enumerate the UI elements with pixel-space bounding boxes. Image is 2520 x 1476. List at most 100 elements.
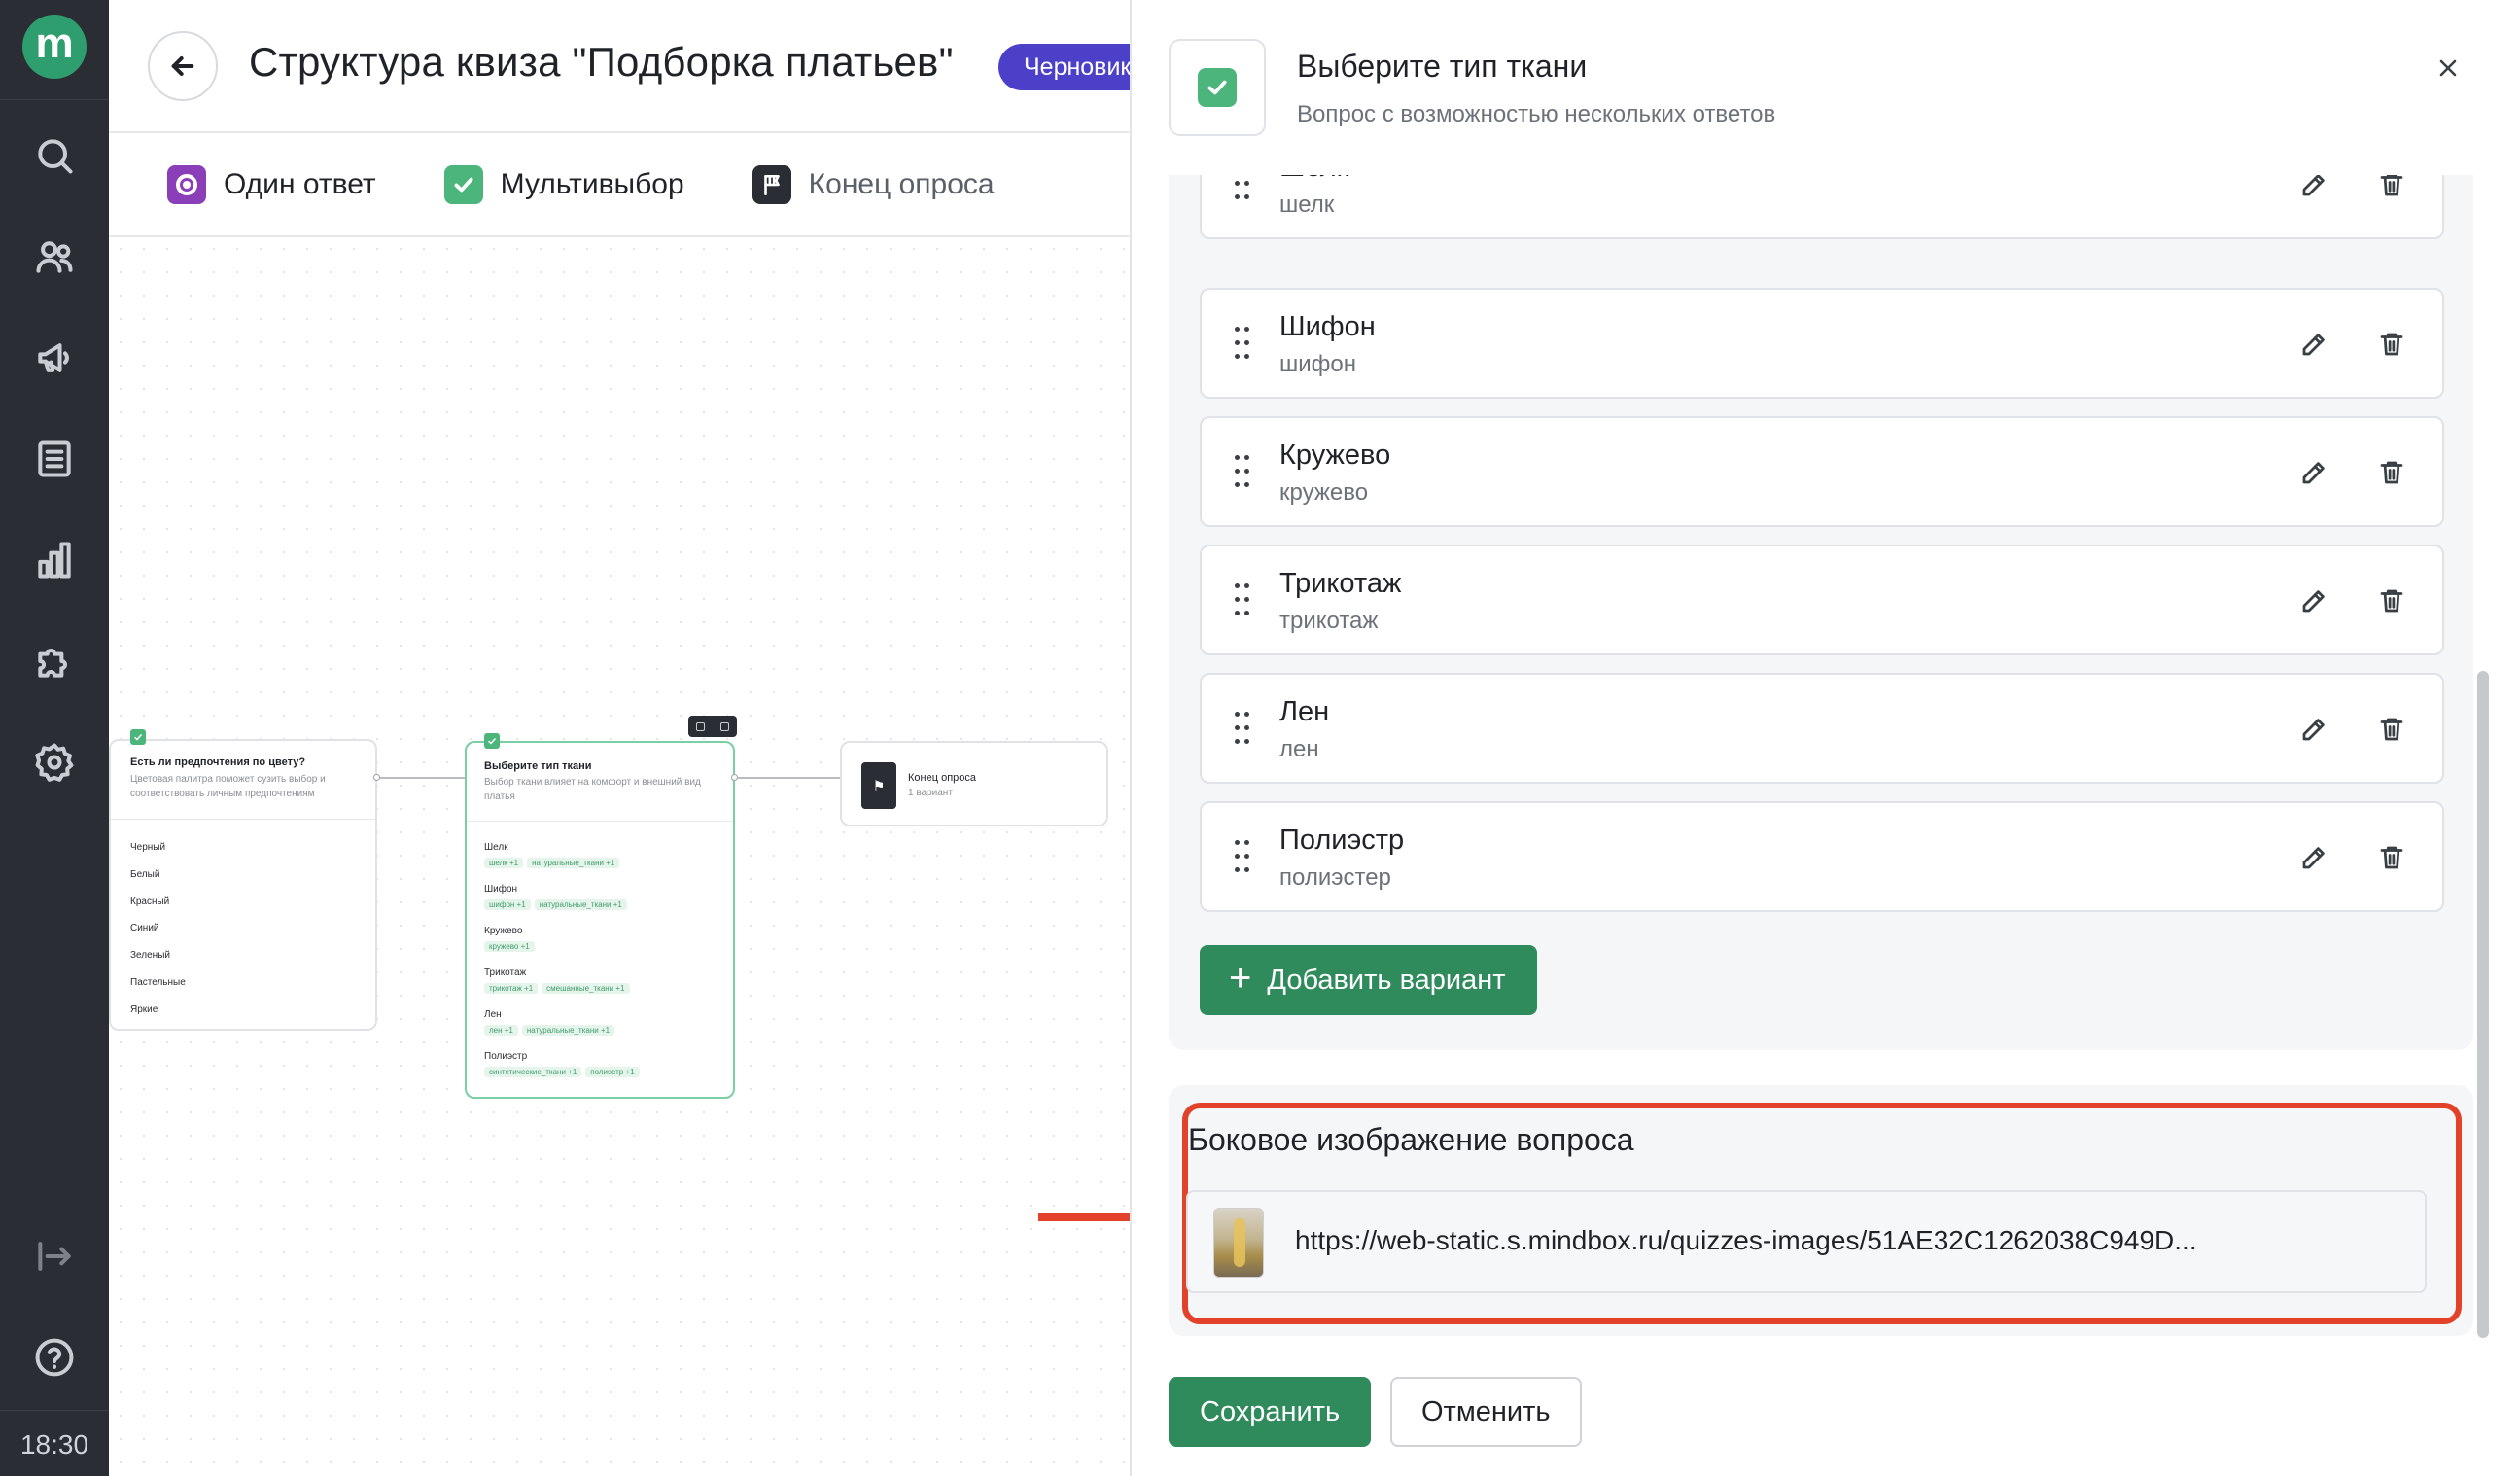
tag: полиэстр +1 (585, 1067, 640, 1077)
node-subtitle: 1 вариант (908, 788, 953, 798)
node-tags: кружево +1 (484, 941, 535, 952)
option-card[interactable]: Полиэстр полиэстер (1200, 801, 2444, 912)
question-editor-panel: Шелк шелк Шифон шифон Кружево кружево Тр… (1130, 0, 2520, 1476)
option-card[interactable]: Шифон шифон (1200, 288, 2444, 399)
option-label: Кружево (1279, 439, 1391, 471)
drag-handle-icon[interactable] (1235, 175, 1250, 200)
edit-option-button[interactable] (2294, 325, 2333, 364)
edit-option-button[interactable] (2294, 838, 2333, 877)
add-single-answer-button[interactable]: Один ответ (167, 165, 376, 204)
delete-icon[interactable] (696, 721, 705, 731)
tag: натуральные_ткани +1 (527, 858, 620, 868)
end-survey-node[interactable]: ⚑ Конец опроса 1 вариант (840, 741, 1108, 826)
pencil-icon (2302, 175, 2325, 196)
puzzle-icon[interactable] (29, 636, 80, 686)
node-tags: лен +1 натуральные_ткани +1 (484, 1025, 615, 1036)
plus-icon: + (1229, 957, 1252, 1000)
node-item: Белый (130, 869, 160, 880)
bar-chart-icon[interactable] (29, 535, 80, 585)
close-panel-button[interactable] (2431, 51, 2466, 86)
search-icon[interactable] (29, 130, 80, 181)
edit-option-button[interactable] (2294, 581, 2333, 620)
delete-option-button[interactable] (2372, 838, 2411, 877)
panel-scrollbar[interactable] (2477, 671, 2489, 1338)
node-title: Выберите тип ткани (484, 760, 592, 772)
option-label: Полиэстр (1279, 825, 1405, 856)
add-option-button[interactable]: + Добавить вариант (1200, 945, 1537, 1015)
pencil-icon (2302, 334, 2325, 356)
delete-option-button[interactable] (2372, 581, 2411, 620)
option-card[interactable]: Кружево кружево (1200, 416, 2444, 527)
question-node-color[interactable]: Есть ли предпочтения по цвету? Цветовая … (109, 729, 377, 1031)
option-tag: шелк (1279, 192, 1335, 218)
checkbox-icon (443, 165, 483, 204)
checkbox-icon (484, 733, 500, 749)
megaphone-icon[interactable] (29, 333, 80, 383)
copy-icon[interactable] (720, 721, 729, 731)
add-multi-select-button[interactable]: Мультивыбор (443, 165, 684, 204)
checkered-flag-icon: ⚑ (861, 762, 896, 809)
users-icon[interactable] (29, 231, 80, 282)
drag-handle-icon[interactable] (1235, 840, 1250, 873)
node-actions[interactable] (688, 716, 737, 737)
add-end-survey-button[interactable]: Конец опроса (752, 165, 995, 204)
header-divider (109, 131, 1130, 133)
drag-handle-icon[interactable] (1235, 327, 1250, 360)
tag: натуральные_ткани +1 (534, 899, 627, 910)
drag-handle-icon[interactable] (1235, 583, 1250, 616)
exit-icon[interactable] (29, 1231, 80, 1282)
side-image-field[interactable]: https://web-static.s.mindbox.ru/quizzes-… (1186, 1190, 2427, 1293)
edit-option-button[interactable] (2294, 710, 2333, 749)
option-label: Трикотаж (1279, 568, 1402, 599)
node-connector[interactable] (731, 774, 738, 781)
question-node-fabric[interactable]: Выберите тип ткани Выбор ткани влияет на… (465, 733, 735, 1099)
gear-icon[interactable] (29, 737, 80, 788)
tag: шифон +1 (484, 899, 531, 910)
delete-option-button[interactable] (2372, 453, 2411, 492)
delete-option-button[interactable] (2372, 325, 2411, 364)
help-icon[interactable] (29, 1332, 80, 1383)
pencil-icon (2302, 462, 2325, 484)
quiz-structure-area: Структура квиза "Подборка платьев" Черно… (109, 0, 1130, 1476)
option-card[interactable]: Трикотаж трикотаж (1200, 545, 2444, 655)
image-thumbnail[interactable] (1213, 1208, 1264, 1278)
tag: шелк +1 (484, 858, 524, 868)
cancel-button[interactable]: Отменить (1390, 1377, 1582, 1447)
close-icon (2439, 59, 2457, 77)
radio-icon (167, 165, 206, 204)
left-navigation: m 18:30 (0, 0, 109, 1476)
trash-icon (2380, 333, 2403, 356)
flow-canvas[interactable]: Есть ли предпочтения по цвету? Цветовая … (109, 237, 1130, 1476)
option-tag: трикотаж (1279, 608, 1379, 634)
mindbox-logo[interactable]: m (22, 15, 87, 79)
option-card[interactable]: Лен лен (1200, 673, 2444, 784)
node-edge (380, 777, 477, 779)
panel-footer: Сохранить Отменить (1132, 1361, 2520, 1476)
node-item: Лен (484, 1009, 502, 1020)
tag: трикотаж +1 (484, 983, 539, 994)
option-label: Шелк (1279, 175, 1348, 184)
save-button[interactable]: Сохранить (1169, 1377, 1372, 1447)
trash-icon (2380, 175, 2403, 196)
edit-option-button[interactable] (2294, 453, 2333, 492)
node-item: Красный (130, 896, 170, 907)
add-option-label: Добавить вариант (1267, 964, 1506, 996)
option-card[interactable]: Шелк шелк (1200, 175, 2444, 239)
node-item: Черный (130, 842, 166, 853)
delete-option-button[interactable] (2372, 175, 2411, 204)
tool-label: Один ответ (224, 168, 376, 200)
node-connector[interactable] (373, 774, 380, 781)
option-label: Лен (1279, 696, 1330, 727)
side-image-url: https://web-static.s.mindbox.ru/quizzes-… (1295, 1225, 2197, 1255)
arrow-left-icon (171, 56, 194, 76)
delete-option-button[interactable] (2372, 710, 2411, 749)
checkered-flag-icon (752, 165, 791, 204)
node-item: Яркие (130, 1004, 158, 1015)
clock: 18:30 (19, 1429, 89, 1459)
pencil-icon (2302, 719, 2325, 741)
document-list-icon[interactable] (29, 434, 80, 484)
edit-option-button[interactable] (2294, 175, 2333, 204)
drag-handle-icon[interactable] (1235, 455, 1250, 488)
drag-handle-icon[interactable] (1235, 712, 1250, 745)
back-button[interactable] (148, 31, 218, 101)
